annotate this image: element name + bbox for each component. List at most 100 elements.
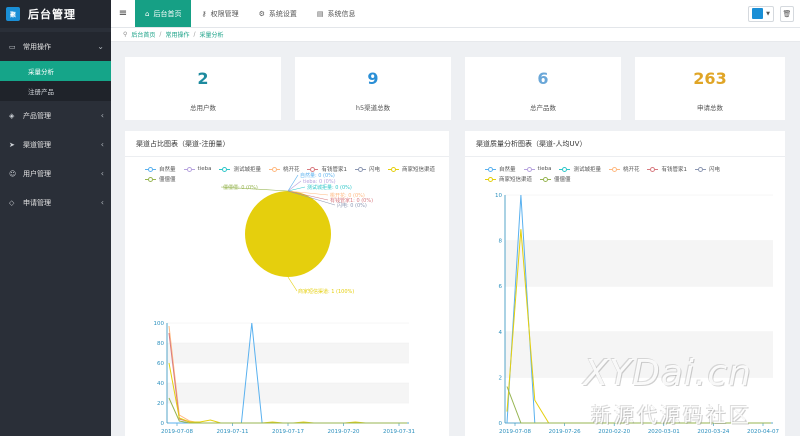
chevron-left-icon: ‹ xyxy=(100,169,104,178)
x-tick-label: 2019-07-20 xyxy=(328,429,360,435)
x-tick-label: 2020-03-01 xyxy=(648,429,680,435)
sidebar-item-label: 用户管理 xyxy=(23,169,51,178)
series-line xyxy=(169,322,407,424)
y-tick-label: 0 xyxy=(161,421,165,427)
sidebar-item-applications[interactable]: ◇ 申请管理 ‹ xyxy=(0,188,111,217)
breadcrumb-item[interactable]: 常用操作 xyxy=(165,30,189,39)
series-line xyxy=(168,325,407,424)
x-tick-label: 2020-02-20 xyxy=(598,429,630,435)
sidebar-item-common[interactable]: ▭ 常用操作 ⌄ xyxy=(0,32,111,61)
stat-value: 6 xyxy=(537,69,549,88)
app-logo[interactable]: 聚 后台管理 xyxy=(0,0,111,28)
tab-settings[interactable]: ⚙ 系统设置 xyxy=(249,0,307,27)
pie-label: 测试城拒量: 0 (0%) xyxy=(307,184,352,191)
stat-value: 2 xyxy=(197,69,209,88)
sidebar-item-channels[interactable]: ➤ 渠道管理 ‹ xyxy=(0,130,111,159)
y-tick-label: 100 xyxy=(154,321,165,327)
topbar: ≡ ⌂ 后台首页 ⚷ 权限管理 ⚙ 系统设置 ▤ 系统信息 ▼ 🗑 xyxy=(111,0,800,28)
stat-value: 9 xyxy=(367,69,379,88)
x-tick-label: 2019-07-26 xyxy=(549,429,581,435)
tag-icon: ◇ xyxy=(9,198,15,207)
breadcrumb-separator: / xyxy=(193,31,196,38)
sidebar-item-label: 申请管理 xyxy=(23,198,51,207)
breadcrumb: ⚲ 后台首页 / 常用操作 / 采量分析 xyxy=(111,28,800,42)
tab-home[interactable]: ⌂ 后台首页 xyxy=(135,0,192,27)
y-tick-label: 20 xyxy=(157,401,164,407)
y-tick-label: 10 xyxy=(495,193,502,199)
stat-label: 总产品数 xyxy=(530,104,556,112)
pie-label: 商家短信渠道: 1 (100%) xyxy=(298,288,354,295)
pie-label-line xyxy=(287,276,298,292)
y-tick-label: 4 xyxy=(499,330,503,336)
logo-icon: 聚 xyxy=(6,7,20,21)
y-tick-label: 40 xyxy=(157,381,164,387)
sidebar-subitem-register[interactable]: 注册产品 xyxy=(0,81,111,101)
pie-label: 自然量: 0 (0%) xyxy=(300,172,335,179)
x-tick-label: 2020-03-24 xyxy=(697,429,729,435)
breadcrumb-item[interactable]: 后台首页 xyxy=(131,30,155,39)
x-tick-label: 2019-07-08 xyxy=(161,429,193,435)
app-title: 后台管理 xyxy=(28,8,76,21)
sidebar-item-label: 渠道管理 xyxy=(23,140,51,149)
sidebar-subitem-analysis[interactable]: 采量分析 xyxy=(0,61,111,81)
pie-label-line xyxy=(287,174,299,192)
pie-label: 闪电: 0 (0%) xyxy=(337,202,367,209)
y-tick-label: 6 xyxy=(499,284,503,290)
grid-band xyxy=(167,383,409,403)
tab-label: 系统信息 xyxy=(327,9,356,18)
pie-slice xyxy=(245,191,331,277)
y-tick-label: 8 xyxy=(499,239,503,245)
grid-band xyxy=(505,240,773,287)
x-tick-label: 2019-07-08 xyxy=(499,429,531,435)
gear-icon: ⚙ xyxy=(258,9,265,18)
tab-label: 系统设置 xyxy=(268,9,297,18)
topbar-actions: ▼ 🗑 xyxy=(748,0,800,27)
breadcrumb-separator: / xyxy=(159,31,162,38)
sidebar-submenu: 采量分析 注册产品 xyxy=(0,61,111,101)
home-icon: ⌂ xyxy=(145,9,150,18)
chevron-left-icon: ‹ xyxy=(100,140,104,149)
sidebar-item-products[interactable]: ◈ 产品管理 ‹ xyxy=(0,101,111,130)
sidebar-item-label: 常用操作 xyxy=(23,42,51,51)
y-tick-label: 80 xyxy=(157,341,164,347)
cube-icon: ◈ xyxy=(9,111,15,120)
tab-system-info[interactable]: ▤ 系统信息 xyxy=(307,0,366,27)
chevron-left-icon: ‹ xyxy=(100,198,104,207)
user-menu-button[interactable]: ▼ xyxy=(748,5,774,22)
trash-icon: 🗑 xyxy=(782,9,792,18)
chevron-down-icon: ⌄ xyxy=(97,42,104,51)
key-icon: ⚷ xyxy=(201,9,207,18)
watermark-sub: 新源代源码社区 xyxy=(591,403,752,427)
watermark: XYDai.cn xyxy=(583,353,752,394)
panel-channel-share: 渠道占比图表（渠道-注册量） 自然量 tieba 测试城拒量 桃开花 有钱管家1 闪电 商家… xyxy=(125,131,449,436)
sidebar: 聚 后台管理 ▭ 常用操作 ⌄ 采量分析 注册产品 ◈ 产品管理 ‹ ➤ 渠道管… xyxy=(0,0,111,436)
chart-channel-share: 自然量: 0 (0%)tieba: 0 (0%)测试城拒量: 0 (0%)桃开花… xyxy=(154,172,415,435)
y-tick-label: 2 xyxy=(499,375,503,381)
stat-label: 总用户数 xyxy=(190,104,216,112)
stat-card-products: 6 总产品数 xyxy=(465,57,621,120)
tab-label: 后台首页 xyxy=(153,9,182,18)
sidebar-item-label: 产品管理 xyxy=(23,111,51,120)
x-tick-label: 2019-07-17 xyxy=(272,429,304,435)
stat-label: 申请总数 xyxy=(697,104,723,112)
stat-label: h5渠道总数 xyxy=(355,104,391,112)
x-tick-label: 2019-07-31 xyxy=(383,429,415,435)
tab-permissions[interactable]: ⚷ 权限管理 xyxy=(191,0,248,27)
stat-card-users: 2 总用户数 xyxy=(125,57,281,120)
x-tick-label: 2019-07-11 xyxy=(217,429,249,435)
user-icon: ☺ xyxy=(9,169,17,178)
menu-toggle-icon[interactable]: ≡ xyxy=(111,0,135,27)
trash-button[interactable]: 🗑 xyxy=(780,5,794,22)
send-icon: ➤ xyxy=(9,140,15,149)
stat-card-channels: 9 h5渠道总数 xyxy=(295,57,451,120)
caret-down-icon: ▼ xyxy=(766,10,770,17)
y-tick-label: 60 xyxy=(157,361,164,367)
x-tick-label: 2020-04-07 xyxy=(747,429,779,435)
doc-icon: ▤ xyxy=(316,9,324,18)
pie-label: 僵僵僵: 0 (0%) xyxy=(223,184,258,191)
y-tick-label: 0 xyxy=(499,421,503,427)
folder-icon: ▭ xyxy=(9,42,16,51)
breadcrumb-item[interactable]: 采量分析 xyxy=(200,30,224,39)
sidebar-item-users[interactable]: ☺ 用户管理 ‹ xyxy=(0,159,111,188)
stat-value: 263 xyxy=(693,69,727,88)
